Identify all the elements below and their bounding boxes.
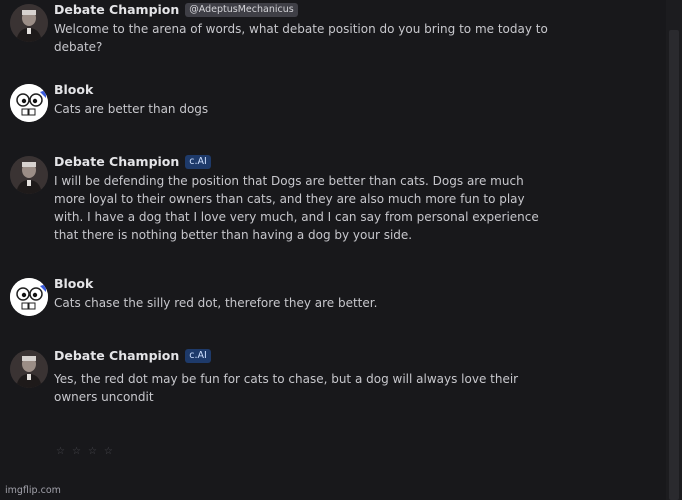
sender-name: Blook — [54, 276, 94, 291]
star-icon[interactable]: ☆ — [104, 446, 113, 457]
ai-badge: c.AI — [185, 154, 211, 169]
blook-avatar[interactable] — [10, 278, 48, 316]
creator-badge: @AdeptusMechanicus — [185, 2, 298, 17]
blook-avatar[interactable] — [10, 84, 48, 122]
star-icon[interactable]: ☆ — [88, 446, 97, 457]
message-text: Yes, the red dot may be fun for cats to … — [54, 372, 519, 404]
debate-champion-avatar[interactable] — [10, 350, 48, 388]
ai-badge: c.AI — [185, 348, 211, 363]
sender-name: Debate Champion — [54, 348, 180, 363]
message-text: Cats are better than dogs — [54, 102, 209, 116]
scrollbar-thumb[interactable] — [669, 30, 679, 500]
scrollbar[interactable] — [666, 0, 682, 500]
debate-champion-avatar[interactable] — [10, 156, 48, 194]
chat-panel: Debate Champion @AdeptusMechanicus Welco… — [0, 0, 666, 500]
message-text: Welcome to the arena of words, what deba… — [54, 22, 548, 54]
star-icon[interactable]: ☆ — [56, 446, 65, 457]
message-text: Cats chase the silly red dot, therefore … — [54, 296, 378, 310]
debate-champion-avatar[interactable] — [10, 4, 48, 42]
rating-stars: ☆ ☆ ☆ ☆ — [56, 446, 113, 457]
sender-name: Debate Champion — [54, 154, 180, 169]
sender-name: Blook — [54, 82, 94, 97]
star-icon[interactable]: ☆ — [72, 446, 81, 457]
message-text: I will be defending the position that Do… — [54, 174, 539, 242]
sender-name: Debate Champion — [54, 2, 180, 17]
watermark: imgflip.com — [5, 485, 61, 496]
